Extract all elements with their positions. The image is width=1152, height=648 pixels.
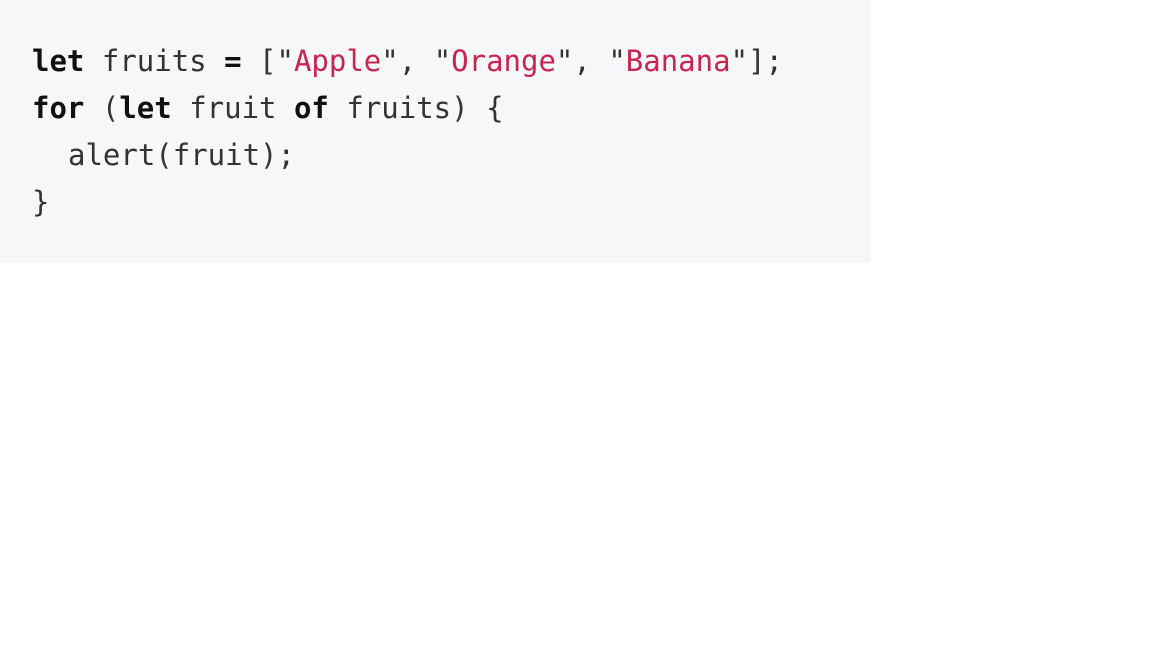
- keyword-of: of: [293, 91, 329, 125]
- code-line-2: for (let fruit of fruits) {: [32, 85, 871, 132]
- comma: ,: [398, 44, 417, 78]
- code-line-3: alert(fruit);: [32, 132, 871, 179]
- code-line-4: }: [32, 179, 871, 226]
- quote: ": [276, 44, 294, 78]
- quote: ": [730, 44, 749, 78]
- quote: ": [555, 44, 574, 78]
- alert-call: alert(fruit);: [68, 138, 295, 172]
- open-brace: {: [486, 91, 504, 125]
- string-banana: Banana: [625, 44, 731, 78]
- comma: ,: [573, 44, 591, 78]
- code-line-1: let fruits = ["Apple", "Orange", "Banana…: [32, 38, 871, 85]
- quote: ": [608, 44, 626, 78]
- open-paren: (: [101, 91, 120, 125]
- close-paren: ): [451, 91, 469, 125]
- assign-operator: =: [224, 44, 242, 78]
- string-apple: Apple: [293, 44, 382, 78]
- keyword-let: let: [32, 44, 85, 78]
- keyword-for: for: [32, 91, 85, 125]
- quote: ": [381, 44, 399, 78]
- identifier-fruit: fruit: [189, 91, 277, 125]
- quote: ": [433, 44, 452, 78]
- string-orange: Orange: [451, 44, 556, 78]
- close-bracket-semicolon: ];: [748, 44, 783, 78]
- identifier-fruits: fruits: [346, 91, 452, 125]
- open-bracket: [: [259, 44, 277, 78]
- close-brace: }: [32, 185, 50, 219]
- identifier-fruits: fruits: [101, 44, 207, 78]
- code-block: let fruits = ["Apple", "Orange", "Banana…: [0, 0, 871, 263]
- keyword-let: let: [119, 91, 172, 125]
